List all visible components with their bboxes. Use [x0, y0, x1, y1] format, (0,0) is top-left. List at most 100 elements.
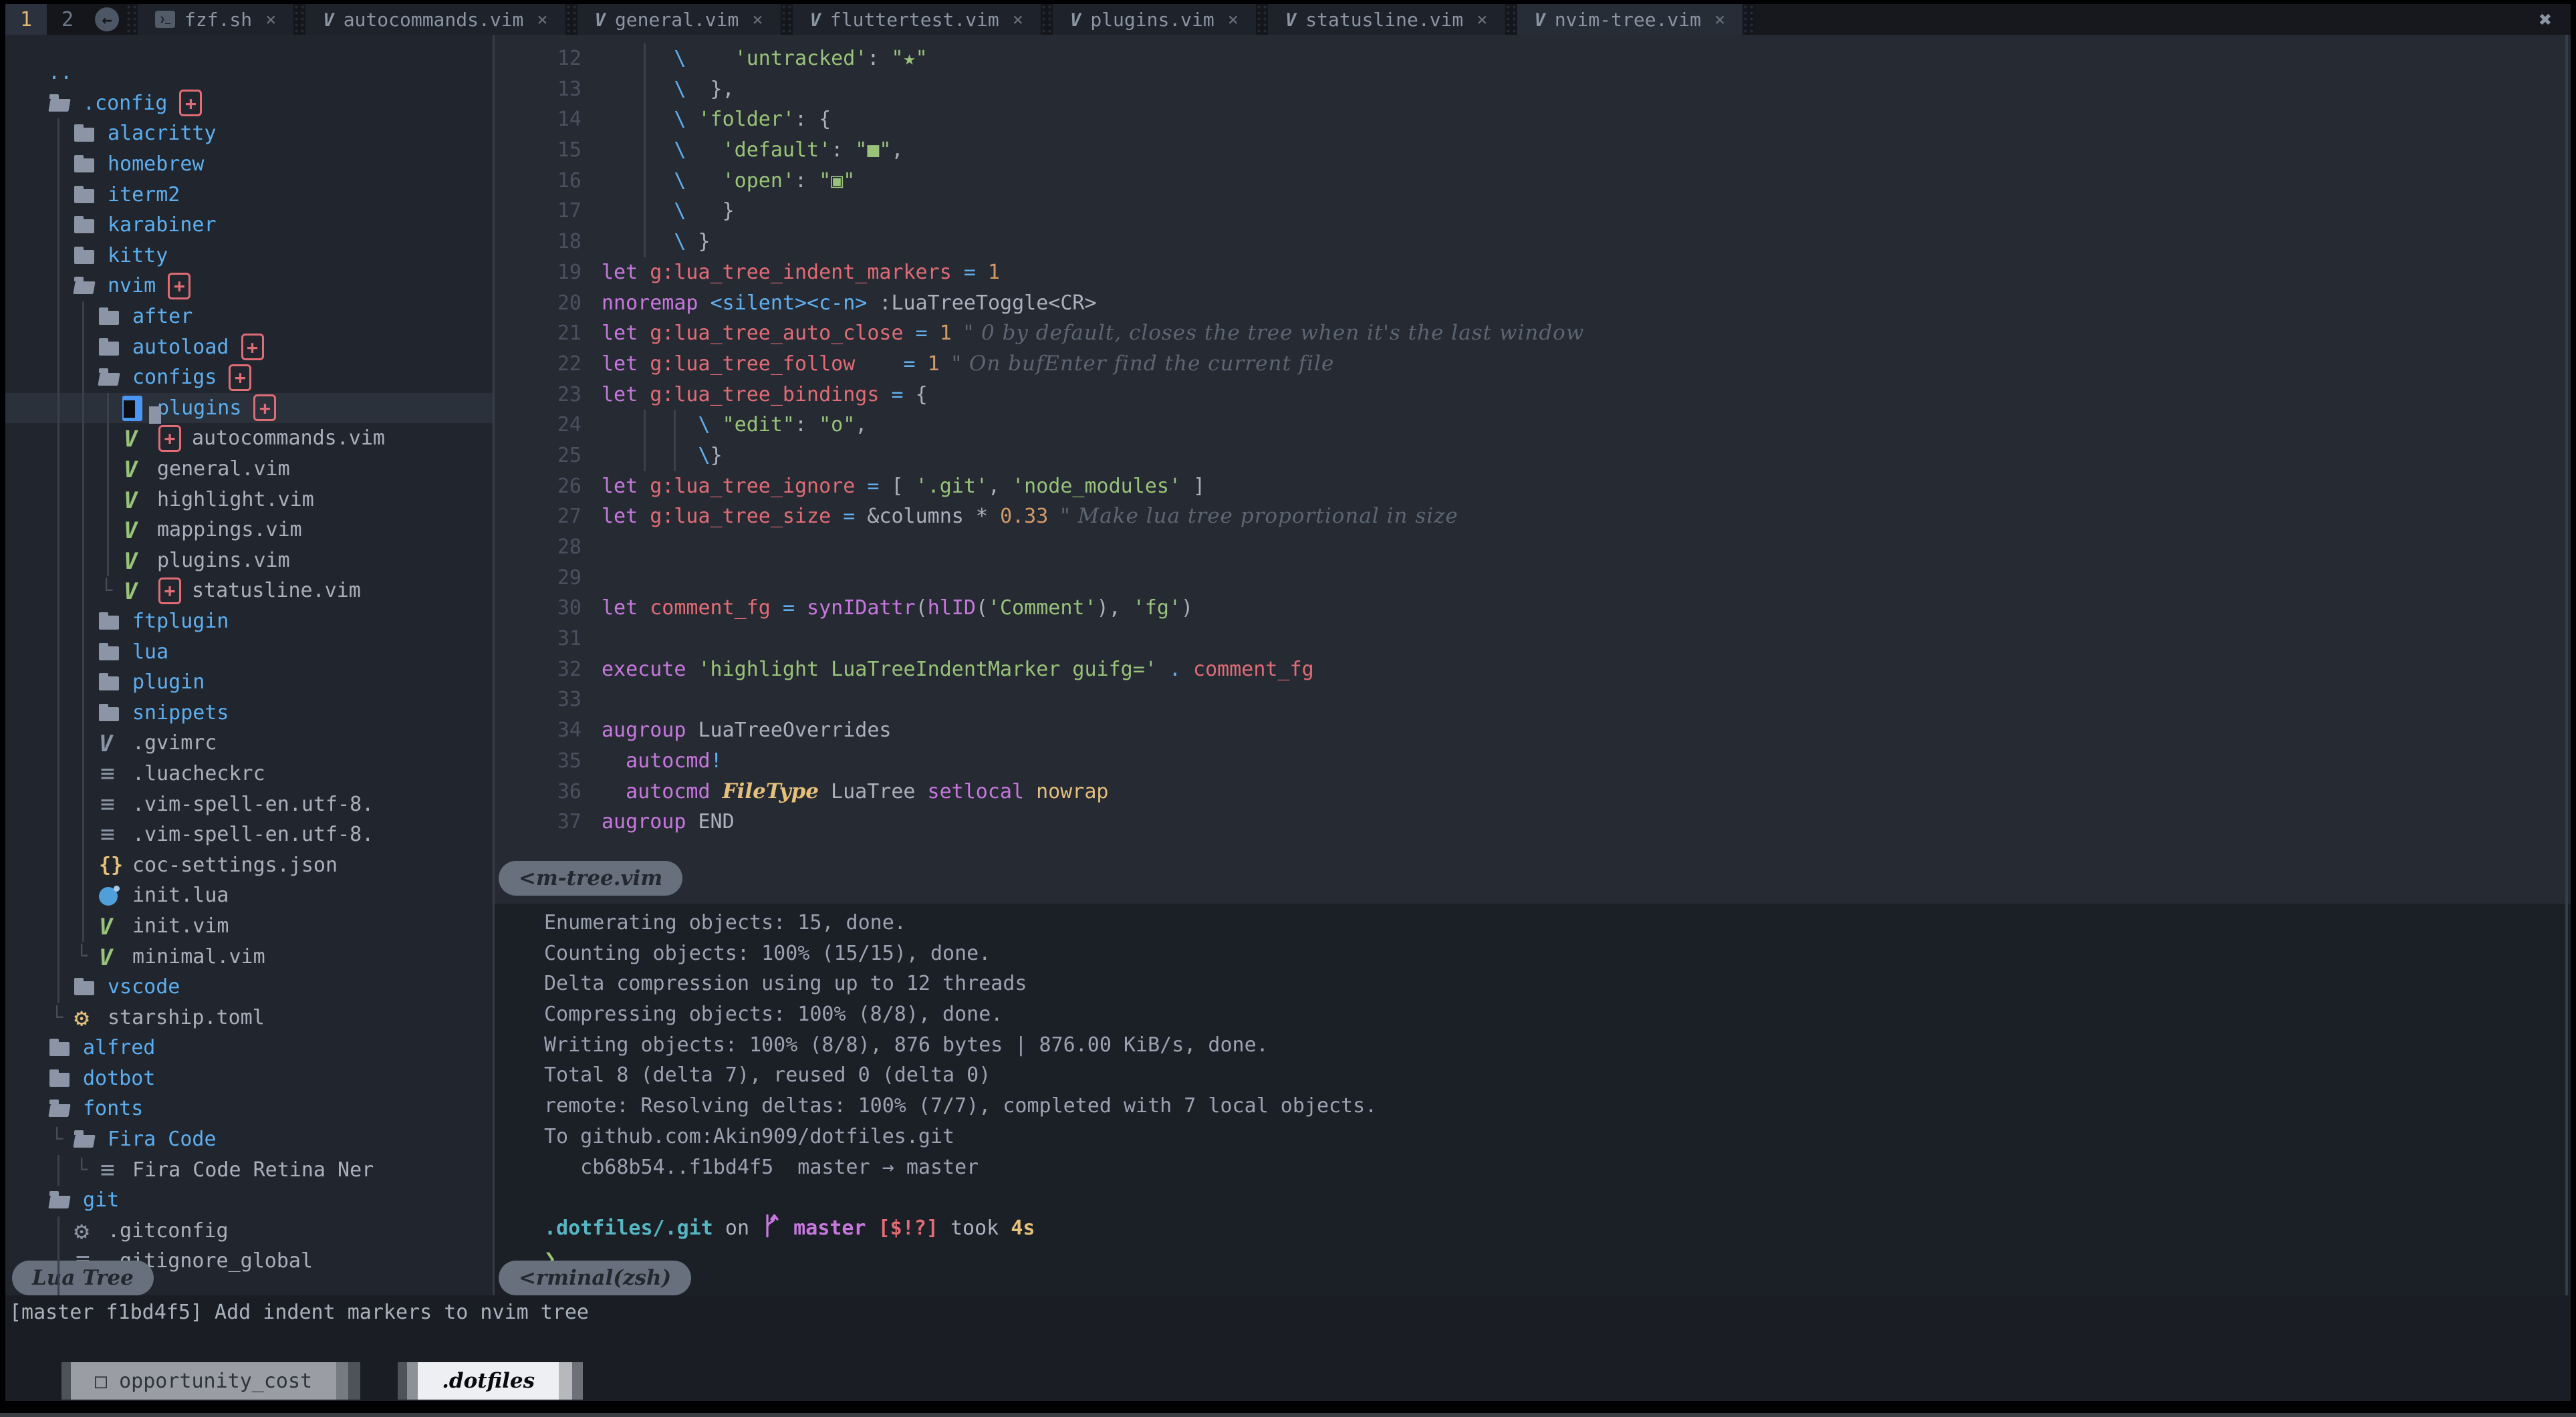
sidebar-item-alacritty[interactable]: alacritty	[5, 118, 493, 149]
sidebar-item-autocommands.vim[interactable]: +autocommands.vim	[5, 423, 493, 454]
code-line[interactable]: 28	[495, 532, 2571, 563]
code-line[interactable]: 21let g:lua_tree_auto_close = 1 " 0 by d…	[495, 318, 2571, 349]
sidebar-item-snippets[interactable]: snippets	[5, 697, 493, 728]
code-line[interactable]: 16 \ 'open': "▣"	[495, 166, 2571, 197]
sidebar-item-autoload[interactable]: autoload+	[5, 332, 493, 362]
tab-close-icon[interactable]: ×	[752, 9, 763, 30]
tab-general.vim[interactable]: general.vim×	[577, 4, 781, 35]
tab-label: nvim-tree.vim	[1555, 9, 1701, 31]
code-line[interactable]: 19let g:lua_tree_indent_markers = 1	[495, 257, 2571, 288]
sidebar-item-.gvimrc[interactable]: .gvimrc	[5, 728, 493, 759]
sidebar-item-.vim-spell-en.utf-8.[interactable]: .vim-spell-en.utf-8.	[5, 789, 493, 819]
sidebar-item-git[interactable]: git	[5, 1185, 493, 1216]
sidebar-item-fira-code[interactable]: Fira Code	[5, 1124, 493, 1155]
nav-back-icon[interactable]	[88, 4, 126, 35]
tab-nvim-tree.vim[interactable]: nvim-tree.vim ×	[1517, 4, 1743, 35]
sidebar-item-.vim-spell-en.utf-8.[interactable]: .vim-spell-en.utf-8.	[5, 819, 493, 850]
folder-open-icon	[48, 88, 78, 118]
code-line[interactable]: 23let g:lua_tree_bindings = {	[495, 380, 2571, 410]
code-line[interactable]: 18 \ }	[495, 227, 2571, 257]
code-line[interactable]: 17 \ }	[495, 196, 2571, 227]
code-token	[638, 475, 650, 498]
sidebar-item-.config[interactable]: .config+	[5, 88, 493, 119]
sidebar-item-statusline.vim[interactable]: +statusline.vim	[5, 575, 493, 606]
code-line[interactable]: 15 \ 'default': "■",	[495, 135, 2571, 166]
tab-close-icon[interactable]: ×	[1714, 9, 1725, 30]
tab-fzf.sh[interactable]: fzf.sh×	[138, 4, 293, 35]
tmux-window-dotfiles[interactable]: .dotfiles	[418, 1362, 559, 1400]
code-line[interactable]: 24 \ "edit": "o",	[495, 410, 2571, 440]
terminal-line: Total 8 (delta 7), reused 0 (delta 0)	[544, 1060, 2571, 1091]
tab-gap	[1041, 4, 1053, 35]
buffer-number-2[interactable]: 2	[47, 4, 88, 35]
sidebar-item-init.vim[interactable]: init.vim	[5, 911, 493, 942]
sidebar-item-starship.toml[interactable]: starship.toml	[5, 1002, 493, 1033]
sidebar-item-highlight.vim[interactable]: highlight.vim	[5, 484, 493, 515]
sidebar-item-homebrew[interactable]: homebrew	[5, 149, 493, 180]
sidebar-item-alfred[interactable]: alfred	[5, 1033, 493, 1063]
code-line[interactable]: 31	[495, 624, 2571, 654]
sidebar-item-kitty[interactable]: kitty	[5, 241, 493, 271]
buffer-number-1[interactable]: 1	[5, 4, 47, 35]
tab-autocommands.vim[interactable]: autocommands.vim×	[305, 4, 565, 35]
terminal-pane[interactable]: Enumerating objects: 15, done.Counting o…	[495, 904, 2571, 1295]
folder-icon	[73, 149, 102, 179]
code-line[interactable]: 22let g:lua_tree_follow = 1 " On bufEnte…	[495, 349, 2571, 380]
tab-plugins.vim[interactable]: plugins.vim×	[1053, 4, 1256, 35]
code-line[interactable]: 34augroup LuaTreeOverrides	[495, 715, 2571, 746]
code-line[interactable]: 13 \ },	[495, 74, 2571, 105]
editor-pane[interactable]: 12 \ 'untracked': "★"13 \ },14 \ 'folder…	[495, 35, 2571, 904]
code-token: )	[1181, 596, 1193, 620]
code-line[interactable]: 12 \ 'untracked': "★"	[495, 43, 2571, 74]
sidebar-item-vscode[interactable]: vscode	[5, 972, 493, 1003]
tab-fluttertest.vim[interactable]: fluttertest.vim×	[793, 4, 1041, 35]
tab-statusline.vim[interactable]: statusline.vim×	[1268, 4, 1505, 35]
sidebar-item-fonts[interactable]: fonts	[5, 1093, 493, 1124]
code-line[interactable]: 14 \ 'folder': {	[495, 104, 2571, 135]
sidebar-item-.luacheckrc[interactable]: .luacheckrc	[5, 759, 493, 789]
code-line[interactable]: 25 \}	[495, 440, 2571, 471]
folder-icon	[48, 1033, 78, 1063]
code-line[interactable]: 20nnoremap <silent><c-n> :LuaTreeToggle<…	[495, 288, 2571, 319]
code-line[interactable]: 37augroup END	[495, 807, 2571, 838]
tab-close-icon[interactable]: ×	[265, 9, 276, 30]
code-line[interactable]: 29	[495, 563, 2571, 594]
sidebar-item-general.vim[interactable]: general.vim	[5, 454, 493, 485]
code-line[interactable]: 36 autocmd FileType LuaTree setlocal now…	[495, 777, 2571, 807]
code-line[interactable]: 30let comment_fg = synIDattr(hlID('Comme…	[495, 593, 2571, 624]
sidebar-item-ftplugin[interactable]: ftplugin	[5, 606, 493, 637]
sidebar-item-mappings.vim[interactable]: mappings.vim	[5, 515, 493, 545]
sidebar-item-label: init.lua	[132, 884, 229, 907]
tab-close-icon[interactable]: ×	[1228, 9, 1239, 30]
code-line[interactable]: 33	[495, 684, 2571, 715]
sidebar-item-coc-settings.json[interactable]: coc-settings.json	[5, 850, 493, 880]
folder-icon	[73, 972, 102, 1002]
tmux-window-opportunity-cost[interactable]: □ opportunity_cost	[71, 1362, 336, 1400]
code-token: setlocal	[928, 780, 1025, 803]
code-line[interactable]: 26let g:lua_tree_ignore = [ '.git', 'nod…	[495, 471, 2571, 502]
sidebar-item-nvim[interactable]: nvim+	[5, 271, 493, 301]
sidebar-item-dotbot[interactable]: dotbot	[5, 1063, 493, 1094]
sidebar-item-karabiner[interactable]: karabiner	[5, 210, 493, 241]
code-line[interactable]: 35 autocmd!	[495, 746, 2571, 777]
code-line[interactable]: 27let g:lua_tree_size = &columns * 0.33 …	[495, 501, 2571, 532]
file-tree-sidebar[interactable]: ...config+alacrittyhomebrewiterm2karabin…	[5, 35, 495, 1295]
sidebar-item-after[interactable]: after	[5, 301, 493, 332]
close-all-icon[interactable]: ✖	[2521, 4, 2571, 35]
sidebar-item-plugins[interactable]: plugins+	[5, 393, 493, 424]
tmux-segment	[398, 1362, 407, 1400]
code-line[interactable]: 32execute 'highlight LuaTreeIndentMarker…	[495, 654, 2571, 685]
sidebar-item-iterm2[interactable]: iterm2	[5, 179, 493, 210]
sidebar-item-plugins.vim[interactable]: plugins.vim	[5, 545, 493, 576]
tab-close-icon[interactable]: ×	[1476, 9, 1487, 30]
sidebar-item-lua[interactable]: lua	[5, 636, 493, 667]
sidebar-item-init.lua[interactable]: init.lua	[5, 880, 493, 911]
code-token: =	[904, 352, 916, 376]
tab-close-icon[interactable]: ×	[537, 9, 547, 30]
code-text: \ }	[602, 196, 735, 227]
sidebar-item-configs[interactable]: configs+	[5, 362, 493, 393]
tab-close-icon[interactable]: ×	[1013, 9, 1023, 30]
sidebar-item-plugin[interactable]: plugin	[5, 667, 493, 698]
sidebar-item-..[interactable]: ..	[5, 57, 493, 88]
sidebar-item-.gitconfig[interactable]: .gitconfig	[5, 1216, 493, 1247]
